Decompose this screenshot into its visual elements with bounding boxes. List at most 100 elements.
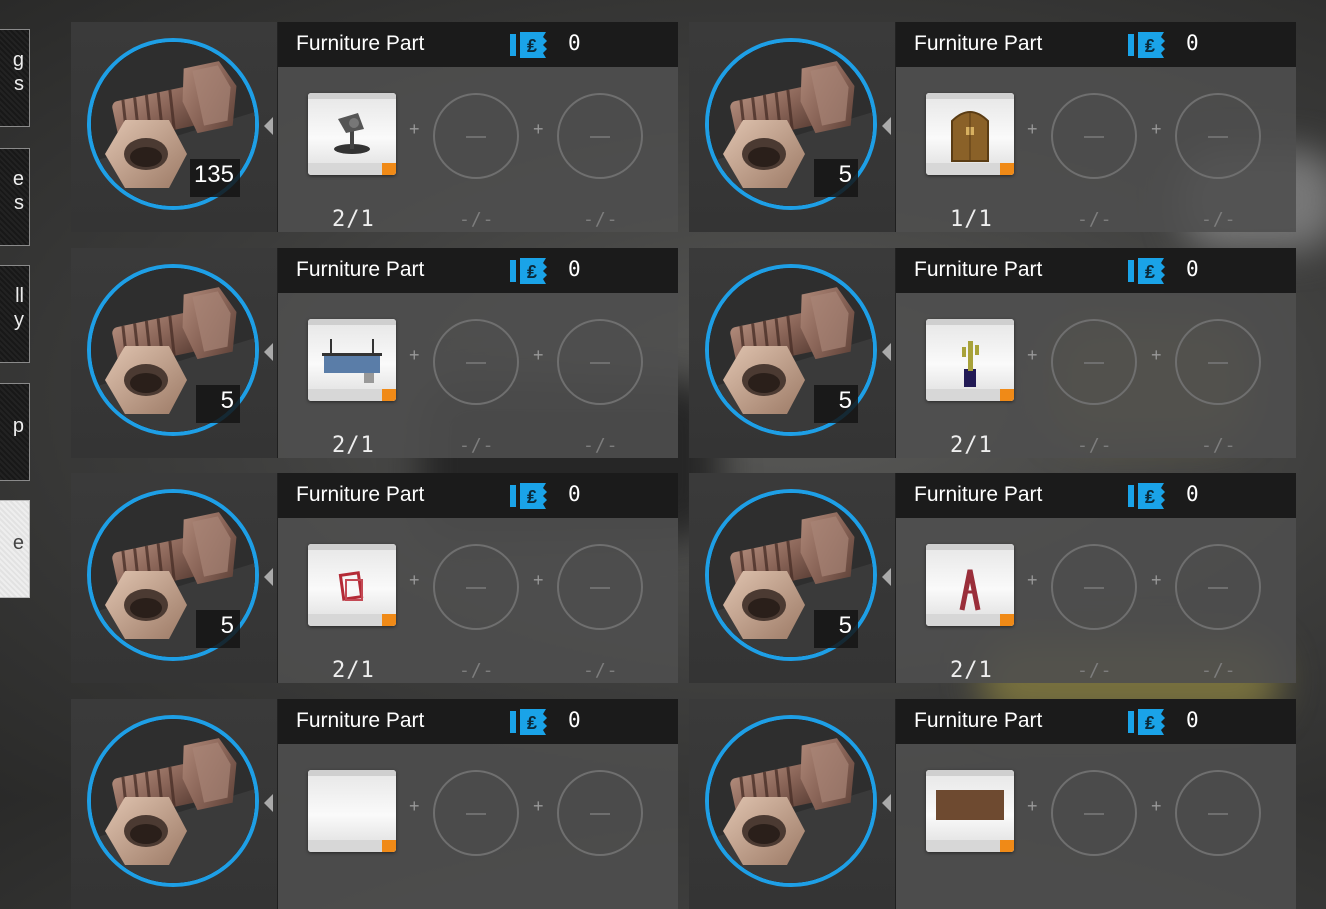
- output-panel: 5: [689, 248, 896, 458]
- ingredient-ratio-3: -/-: [1201, 209, 1237, 230]
- output-item-ring[interactable]: [87, 715, 259, 887]
- ingredients-panel: + +: [896, 744, 1296, 909]
- output-panel: 135: [71, 22, 278, 232]
- tag-strip: [308, 840, 396, 852]
- ingredient-slot-1[interactable]: [926, 770, 1014, 852]
- svg-text:₤: ₤: [527, 36, 537, 56]
- output-quantity: 5: [814, 385, 858, 423]
- output-panel: 5: [71, 248, 278, 458]
- output-item-ring[interactable]: [705, 715, 877, 887]
- side-tab-5[interactable]: e: [0, 500, 30, 598]
- ticket-count: 0: [1186, 482, 1199, 506]
- ingredient-slot-3[interactable]: [1175, 319, 1261, 405]
- ingredient-slot-1[interactable]: [926, 319, 1014, 401]
- ticket-count: 0: [1186, 31, 1199, 55]
- notch-arrow: [264, 343, 273, 361]
- plus-icon: +: [533, 796, 544, 816]
- ingredient-slot-2[interactable]: [433, 544, 519, 630]
- ingredient-ratio-1: 2/1: [332, 658, 375, 683]
- ticket-count: 0: [568, 482, 581, 506]
- ingredient-slot-1[interactable]: [308, 319, 396, 401]
- card-title: Furniture Part: [296, 258, 425, 281]
- svg-text:₤: ₤: [1145, 487, 1155, 507]
- recipe-card[interactable]: 5 Furniture Part ₤ 0 + + 2/1 -/- -/-: [71, 248, 678, 458]
- ingredient-slot-2[interactable]: [433, 93, 519, 179]
- ingredients-panel: + + 2/1 -/- -/-: [896, 518, 1296, 683]
- ingredient-slot-1[interactable]: [308, 93, 396, 175]
- notch-arrow: [264, 117, 273, 135]
- recipe-card[interactable]: Furniture Part ₤ 0 + +: [71, 699, 678, 909]
- plus-icon: +: [409, 570, 420, 590]
- ticket-count: 0: [1186, 708, 1199, 732]
- ingredient-ratio-1: 2/1: [950, 433, 993, 458]
- ingredient-slot-2[interactable]: [1051, 319, 1137, 405]
- shelf-part-icon: [322, 339, 382, 383]
- ingredient-slot-3[interactable]: [1175, 93, 1261, 179]
- output-panel: 5: [689, 22, 896, 232]
- ingredients-panel: + + 1/1 -/- -/-: [896, 67, 1296, 232]
- plus-icon: +: [533, 119, 544, 139]
- ingredient-slot-1[interactable]: [926, 544, 1014, 626]
- ingredient-ratio-1: 2/1: [950, 658, 993, 683]
- ingredient-slot-3[interactable]: [1175, 770, 1261, 856]
- side-tab-4[interactable]: p: [0, 383, 30, 481]
- ingredient-slot-1[interactable]: [308, 544, 396, 626]
- ingredient-slot-2[interactable]: [1051, 544, 1137, 630]
- plus-icon: +: [1027, 119, 1038, 139]
- output-panel: 5: [689, 473, 896, 683]
- card-title: Furniture Part: [914, 258, 1043, 281]
- blank-part-icon: [308, 776, 396, 846]
- card-header: Furniture Part ₤ 0: [896, 248, 1296, 293]
- card-title: Furniture Part: [914, 32, 1043, 55]
- side-tab-1[interactable]: gs: [0, 29, 30, 127]
- recipe-card[interactable]: 135 Furniture Part ₤ 0 + + 2/1 -/- -/-: [71, 22, 678, 232]
- ticket-count: 0: [1186, 257, 1199, 281]
- recipe-card[interactable]: Furniture Part ₤ 0 + +: [689, 699, 1296, 909]
- ingredient-slot-3[interactable]: [557, 544, 643, 630]
- ingredients-panel: + + 2/1 -/- -/-: [896, 293, 1296, 458]
- tag-strip: [308, 163, 396, 175]
- cactus-part-icon: [962, 341, 979, 387]
- svg-text:₤: ₤: [527, 487, 537, 507]
- notch-arrow: [264, 794, 273, 812]
- ingredient-slot-3[interactable]: [557, 93, 643, 179]
- recipe-card[interactable]: 5 Furniture Part ₤ 0 + + 2/1 -/- -/-: [71, 473, 678, 683]
- card-title: Furniture Part: [914, 709, 1043, 732]
- ingredient-ratio-3: -/-: [583, 209, 619, 230]
- card-header: Furniture Part ₤ 0: [896, 22, 1296, 67]
- ingredient-slot-3[interactable]: [557, 770, 643, 856]
- output-quantity: 5: [814, 159, 858, 197]
- output-panel: [689, 699, 896, 909]
- ingredient-ratio-2: -/-: [1077, 209, 1113, 230]
- recipe-card[interactable]: 5 Furniture Part ₤ 0 + + 2/1 -/- -/-: [689, 473, 1296, 683]
- ingredient-slot-2[interactable]: [433, 770, 519, 856]
- ingredient-slot-1[interactable]: [308, 770, 396, 852]
- ticket-icon: ₤: [1128, 483, 1165, 509]
- side-tab-3[interactable]: ll y: [0, 265, 30, 363]
- ingredient-slot-2[interactable]: [1051, 93, 1137, 179]
- ticket-icon: ₤: [510, 32, 547, 58]
- ingredient-slot-3[interactable]: [1175, 544, 1261, 630]
- ingredient-ratio-2: -/-: [1077, 660, 1113, 681]
- notch-arrow: [882, 568, 891, 586]
- output-panel: [71, 699, 278, 909]
- card-title: Furniture Part: [296, 709, 425, 732]
- ticket-icon: ₤: [510, 709, 547, 735]
- ingredients-panel: + + 2/1 -/- -/-: [278, 293, 678, 458]
- ingredients-panel: + + 2/1 -/- -/-: [278, 67, 678, 232]
- recipe-card[interactable]: 5 Furniture Part ₤ 0 + + 1/1 -/- -/-: [689, 22, 1296, 232]
- recipe-card[interactable]: 5 Furniture Part ₤ 0 + + 2/1 -/- -/-: [689, 248, 1296, 458]
- side-tab-2[interactable]: es: [0, 148, 30, 246]
- svg-text:₤: ₤: [1145, 713, 1155, 733]
- ingredient-slot-2[interactable]: [1051, 770, 1137, 856]
- ingredient-ratio-1: 2/1: [332, 207, 375, 232]
- ingredient-ratio-3: -/-: [583, 660, 619, 681]
- svg-text:₤: ₤: [527, 262, 537, 282]
- ingredient-ratio-2: -/-: [459, 660, 495, 681]
- card-title: Furniture Part: [296, 483, 425, 506]
- ingredient-slot-1[interactable]: [926, 93, 1014, 175]
- notch-arrow: [882, 343, 891, 361]
- ingredient-slot-3[interactable]: [557, 319, 643, 405]
- ingredient-slot-2[interactable]: [433, 319, 519, 405]
- card-header: Furniture Part ₤ 0: [896, 473, 1296, 518]
